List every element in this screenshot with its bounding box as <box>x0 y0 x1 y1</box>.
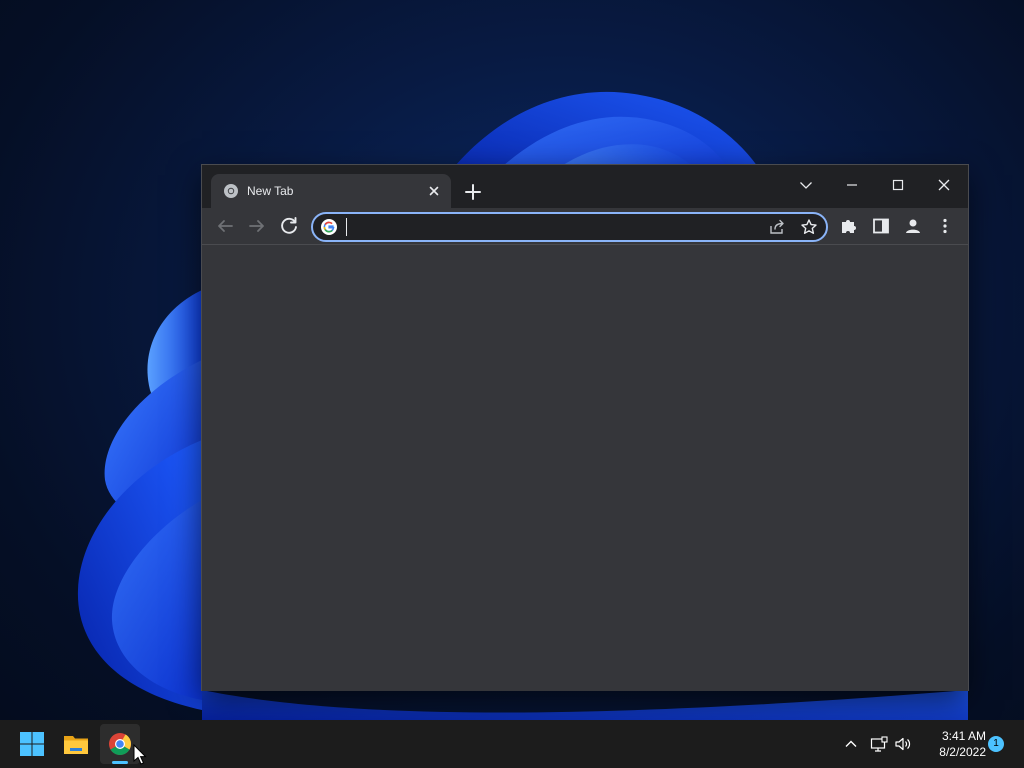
maximize-icon[interactable] <box>884 171 912 199</box>
windows-start-icon <box>20 732 44 756</box>
clock-date: 8/2/2022 <box>939 745 986 759</box>
menu-button[interactable] <box>933 214 957 238</box>
forward-button[interactable] <box>245 214 269 238</box>
toolbar <box>202 208 968 244</box>
tab-new-tab[interactable]: New Tab <box>211 174 451 208</box>
google-g-icon <box>321 219 337 235</box>
profile-icon <box>906 219 920 233</box>
title-bar[interactable]: New Tab <box>202 165 968 208</box>
star-icon[interactable] <box>799 217 819 237</box>
extensions-button[interactable] <box>837 214 861 238</box>
network-icon[interactable] <box>869 734 889 754</box>
chrome-icon <box>224 184 238 198</box>
share-icon[interactable] <box>767 217 787 237</box>
clock-time: 3:41 AM <box>941 729 986 743</box>
arrow-left-icon <box>218 220 233 232</box>
page-content[interactable] <box>202 244 968 691</box>
active-app-indicator <box>112 761 128 764</box>
close-tab-icon[interactable] <box>426 183 442 199</box>
mouse-cursor-icon <box>133 744 147 765</box>
back-button[interactable] <box>213 214 237 238</box>
side-panel-button[interactable] <box>869 214 893 238</box>
puzzle-icon <box>842 220 856 233</box>
minimize-icon[interactable] <box>838 171 866 199</box>
taskbar: 3:41 AM 8/2/2022 1 <box>0 720 1024 768</box>
close-icon[interactable] <box>930 171 958 199</box>
reload-button[interactable] <box>277 214 301 238</box>
volume-icon[interactable] <box>893 734 913 754</box>
clock[interactable]: 3:41 AM 8/2/2022 <box>916 728 986 760</box>
address-bar[interactable] <box>311 212 828 242</box>
chrome-window: New Tab <box>202 165 968 691</box>
new-tab-button[interactable] <box>461 180 485 204</box>
start-button[interactable] <box>12 724 52 764</box>
address-input[interactable] <box>345 217 755 237</box>
file-explorer-button[interactable] <box>56 724 96 764</box>
tab-title: New Tab <box>247 184 294 198</box>
arrow-right-icon <box>249 220 264 232</box>
text-caret <box>346 218 347 236</box>
side-panel-icon <box>873 218 889 234</box>
notification-badge[interactable]: 1 <box>988 736 1004 752</box>
chevron-up-icon[interactable] <box>841 734 861 754</box>
folder-icon <box>64 736 88 754</box>
kebab-menu-icon <box>943 218 947 234</box>
tab-search-icon[interactable] <box>792 171 820 199</box>
profile-button[interactable] <box>901 214 925 238</box>
desktop: New Tab 3:41 AM 8/2/2022 1 <box>0 0 1024 768</box>
reload-icon <box>281 217 297 234</box>
